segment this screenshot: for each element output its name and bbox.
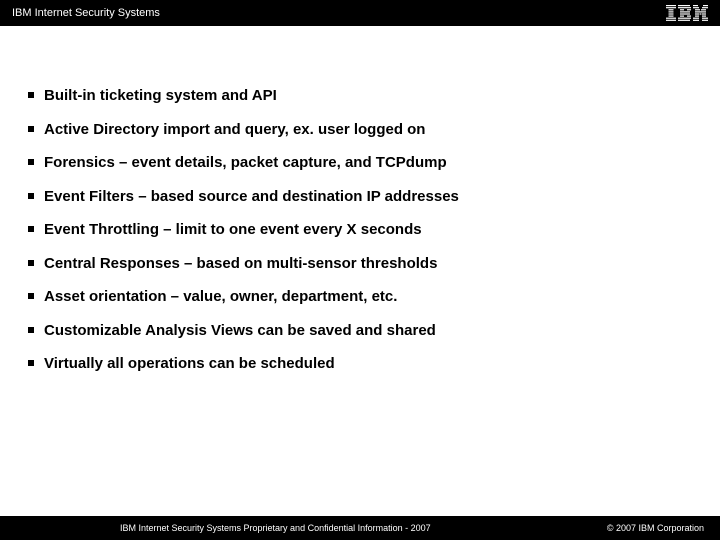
footer-copyright: © 2007 IBM Corporation [607,523,704,533]
header-bar: IBM Internet Security Systems [0,0,720,26]
square-bullet-icon [28,260,34,266]
content-area: Built-in ticketing system and API Active… [0,26,720,374]
bullet-text: Event Filters – based source and destina… [44,187,459,207]
footer-left-text: IBM Internet Security Systems Proprietar… [120,523,431,533]
square-bullet-icon [28,293,34,299]
bullet-text: Virtually all operations can be schedule… [44,354,335,374]
bullet-text: Event Throttling – limit to one event ev… [44,220,422,240]
header-title: IBM Internet Security Systems [12,7,160,19]
square-bullet-icon [28,226,34,232]
list-item: Forensics – event details, packet captur… [28,153,692,173]
bullet-text: Customizable Analysis Views can be saved… [44,321,436,341]
list-item: Active Directory import and query, ex. u… [28,120,692,140]
list-item: Customizable Analysis Views can be saved… [28,321,692,341]
list-item: Virtually all operations can be schedule… [28,354,692,374]
list-item: Event Filters – based source and destina… [28,187,692,207]
square-bullet-icon [28,193,34,199]
bullet-text: Forensics – event details, packet captur… [44,153,447,173]
bullet-text: Built-in ticketing system and API [44,86,277,106]
square-bullet-icon [28,92,34,98]
square-bullet-icon [28,360,34,366]
bullet-text: Active Directory import and query, ex. u… [44,120,425,140]
square-bullet-icon [28,159,34,165]
bullet-text: Central Responses – based on multi-senso… [44,254,437,274]
list-item: Built-in ticketing system and API [28,86,692,106]
square-bullet-icon [28,126,34,132]
list-item: Event Throttling – limit to one event ev… [28,220,692,240]
footer-bar: IBM Internet Security Systems Proprietar… [0,516,720,540]
bullet-text: Asset orientation – value, owner, depart… [44,287,397,307]
square-bullet-icon [28,327,34,333]
bullet-list: Built-in ticketing system and API Active… [28,86,692,374]
ibm-logo-icon [666,5,708,21]
list-item: Central Responses – based on multi-senso… [28,254,692,274]
list-item: Asset orientation – value, owner, depart… [28,287,692,307]
